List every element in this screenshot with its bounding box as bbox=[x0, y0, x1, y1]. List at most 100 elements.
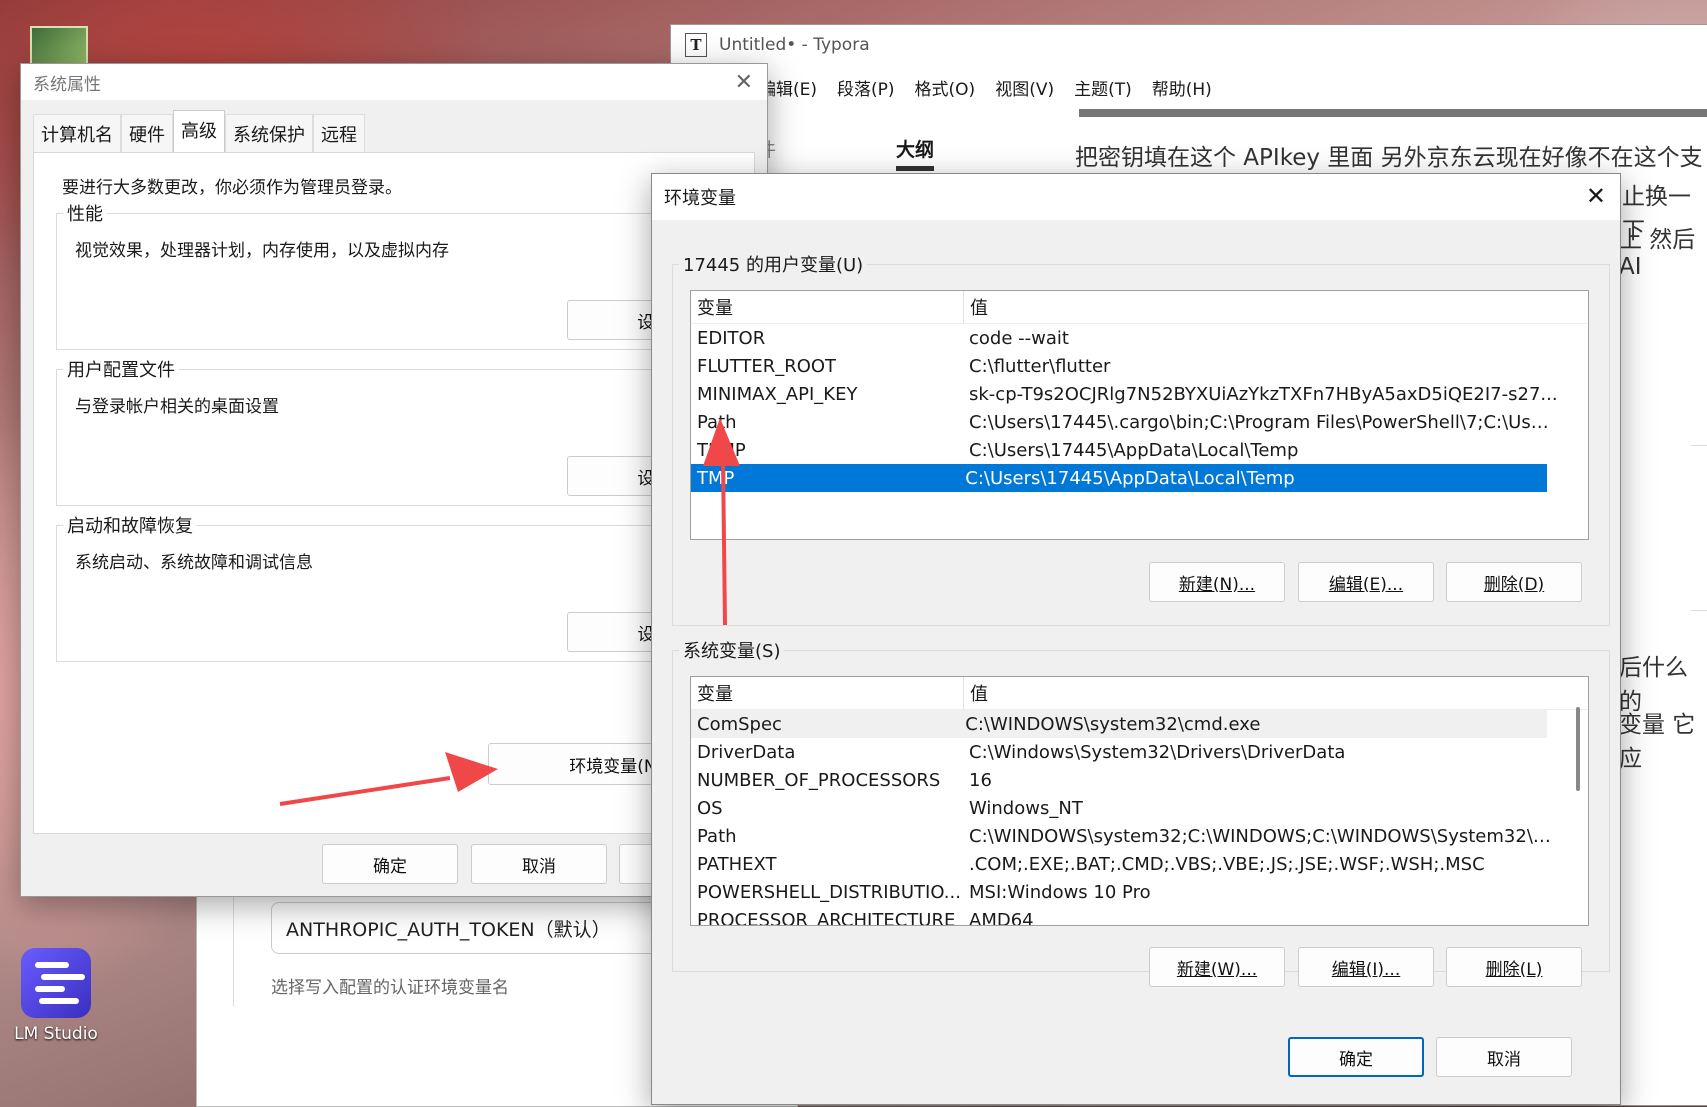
button-label: 删除(L) bbox=[1485, 959, 1543, 980]
button-label: 新建(W)... bbox=[1176, 959, 1258, 980]
column-variable-header[interactable]: 变量 bbox=[691, 291, 964, 323]
table-row[interactable]: DriverData C:\Windows\System32\Drivers\Dr… bbox=[691, 738, 1588, 766]
environment-variables-dialog: 环境变量 ✕ 17445 的用户变量(U) 变量 值 EDITOR code --… bbox=[651, 173, 1621, 1105]
tab-outline[interactable]: 大纲 bbox=[896, 135, 935, 171]
var-value: C:\WINDOWS\system32;C:\WINDOWS;C:\WINDOW… bbox=[969, 825, 1559, 847]
user-edit-button[interactable]: 编辑(E)... bbox=[1298, 562, 1434, 602]
lm-studio-shortcut[interactable]: LM Studio bbox=[14, 948, 98, 1044]
close-icon[interactable]: ✕ bbox=[1586, 182, 1606, 210]
menu-help[interactable]: 帮助(H) bbox=[1152, 75, 1212, 100]
list-header: 变量 值 bbox=[691, 291, 1588, 324]
user-profile-desc: 与登录帐户相关的桌面设置 bbox=[75, 397, 279, 417]
envvar-title: 环境变量 bbox=[652, 174, 1620, 220]
user-new-button[interactable]: 新建(N)... bbox=[1149, 562, 1285, 602]
document-line-1[interactable]: 把密钥填在这个 APIkey 里面 另外京东云现在好像不在这个支 bbox=[1075, 140, 1703, 177]
var-name: NUMBER_OF_PROCESSORS bbox=[697, 769, 941, 791]
button-label: 编辑(E)... bbox=[1328, 574, 1404, 595]
vertical-scrollbar[interactable] bbox=[1576, 707, 1580, 791]
tab-remote[interactable]: 远程 bbox=[313, 114, 365, 153]
menu-format[interactable]: 格式(O) bbox=[915, 75, 976, 100]
tab-system-protection[interactable]: 系统保护 bbox=[225, 114, 313, 153]
column-variable-header[interactable]: 变量 bbox=[691, 677, 964, 709]
table-row[interactable]: MINIMAX_API_KEY sk-cp-T9s2OCJRlg7N52BYXUi… bbox=[691, 380, 1588, 408]
sysprop-ok-button[interactable]: 确定 bbox=[322, 844, 458, 884]
table-row[interactable]: Path C:\WINDOWS\system32;C:\WINDOWS;C:\WI… bbox=[691, 822, 1588, 850]
tab-computer-name[interactable]: 计算机名 bbox=[33, 114, 121, 153]
document-fragment[interactable]: 上 然后 AI bbox=[1619, 220, 1707, 280]
typora-sidebar-tabs: 件 大纲 bbox=[757, 135, 935, 171]
typora-title: Untitled• - Typora bbox=[719, 35, 870, 55]
system-new-button[interactable]: 新建(W)... bbox=[1149, 947, 1285, 987]
var-name: FLUTTER_ROOT bbox=[697, 355, 837, 377]
button-label: 删除(D) bbox=[1483, 574, 1545, 595]
auth-token-hint: 选择写入配置的认证环境变量名 bbox=[271, 978, 509, 998]
var-name: POWERSHELL_DISTRIBUTIO... bbox=[697, 881, 961, 903]
var-value: C:\Users\17445\AppData\Local\Temp bbox=[969, 439, 1299, 461]
tab-advanced[interactable]: 高级 bbox=[173, 110, 225, 153]
system-delete-button[interactable]: 删除(L) bbox=[1446, 947, 1582, 987]
user-delete-button[interactable]: 删除(D) bbox=[1446, 562, 1582, 602]
menu-view[interactable]: 视图(V) bbox=[995, 75, 1054, 100]
var-value: sk-cp-T9s2OCJRlg7N52BYXUiAzYkzTXFn7HByA5… bbox=[969, 383, 1558, 405]
var-name: DriverData bbox=[697, 741, 796, 763]
system-variables-list[interactable]: 变量 值 ComSpec C:\WINDOWS\system32\cmd.exe … bbox=[690, 676, 1589, 926]
button-label: 新建(N)... bbox=[1178, 574, 1256, 595]
var-value: code --wait bbox=[969, 327, 1069, 349]
var-value: C:\flutter\flutter bbox=[969, 355, 1111, 377]
table-row[interactable]: ComSpec C:\WINDOWS\system32\cmd.exe bbox=[691, 710, 1547, 738]
performance-legend: 性能 bbox=[63, 200, 107, 226]
var-value: C:\WINDOWS\system32\cmd.exe bbox=[965, 713, 1261, 735]
envvar-cancel-button[interactable]: 取消 bbox=[1436, 1037, 1572, 1077]
var-name: TEMP bbox=[697, 439, 746, 461]
typora-scrollbar[interactable] bbox=[1079, 109, 1707, 117]
table-row[interactable]: PROCESSOR_ARCHITECTURE AMD64 bbox=[691, 906, 1588, 926]
performance-desc: 视觉效果，处理器计划，内存使用，以及虚拟内存 bbox=[75, 241, 449, 261]
list-header: 变量 值 bbox=[691, 677, 1588, 710]
var-value: MSI:Windows 10 Pro bbox=[969, 881, 1151, 903]
menu-paragraph[interactable]: 段落(P) bbox=[837, 75, 895, 100]
var-value: C:\Windows\System32\Drivers\DriverData bbox=[969, 741, 1346, 763]
var-value: AMD64 bbox=[969, 909, 1034, 926]
table-row[interactable]: OS Windows_NT bbox=[691, 794, 1588, 822]
table-row[interactable]: Path C:\Users\17445\.cargo\bin;C:\Program… bbox=[691, 408, 1588, 436]
system-variables-legend: 系统变量(S) bbox=[679, 637, 785, 663]
user-profile-legend: 用户配置文件 bbox=[63, 356, 179, 382]
var-name: OS bbox=[697, 797, 723, 819]
table-row[interactable]: TEMP C:\Users\17445\AppData\Local\Temp bbox=[691, 436, 1588, 464]
envvar-ok-button[interactable]: 确定 bbox=[1288, 1037, 1424, 1077]
divider bbox=[1691, 610, 1707, 611]
document-fragment[interactable]: 变量 它应 bbox=[1619, 705, 1707, 773]
var-value: 16 bbox=[969, 769, 992, 791]
menu-theme[interactable]: 主题(T) bbox=[1074, 75, 1132, 100]
var-name: PATHEXT bbox=[697, 853, 777, 875]
startup-recovery-desc: 系统启动、系统故障和调试信息 bbox=[75, 553, 313, 573]
button-label: 编辑(I)... bbox=[1331, 959, 1401, 980]
var-name: PROCESSOR_ARCHITECTURE bbox=[697, 909, 956, 926]
var-name: EDITOR bbox=[697, 327, 766, 349]
lm-studio-label: LM Studio bbox=[14, 1024, 98, 1044]
table-row[interactable]: FLUTTER_ROOT C:\flutter\flutter bbox=[691, 352, 1588, 380]
var-value: Windows_NT bbox=[969, 797, 1083, 819]
user-variables-legend: 17445 的用户变量(U) bbox=[679, 251, 868, 277]
var-name: Path bbox=[697, 411, 737, 433]
var-name: Path bbox=[697, 825, 737, 847]
table-row[interactable]: EDITOR code --wait bbox=[691, 324, 1588, 352]
table-row-selected[interactable]: TMP C:\Users\17445\AppData\Local\Temp bbox=[691, 464, 1547, 492]
var-name: ComSpec bbox=[697, 713, 782, 735]
lm-studio-icon bbox=[21, 948, 91, 1018]
sysprop-cancel-button[interactable]: 取消 bbox=[471, 844, 607, 884]
typora-logo-icon: T bbox=[685, 33, 707, 57]
var-value: C:\Users\17445\.cargo\bin;C:\Program Fil… bbox=[969, 411, 1559, 433]
close-icon[interactable]: ✕ bbox=[735, 70, 753, 95]
user-variables-list[interactable]: 变量 值 EDITOR code --wait FLUTTER_ROOT C:\fl… bbox=[690, 290, 1589, 540]
divider bbox=[1691, 445, 1707, 446]
column-value-header[interactable]: 值 bbox=[964, 680, 988, 706]
table-row[interactable]: NUMBER_OF_PROCESSORS 16 bbox=[691, 766, 1588, 794]
typora-titlebar: T Untitled• - Typora bbox=[671, 25, 1707, 65]
column-value-header[interactable]: 值 bbox=[964, 294, 988, 320]
startup-recovery-legend: 启动和故障恢复 bbox=[63, 512, 197, 538]
table-row[interactable]: POWERSHELL_DISTRIBUTIO... MSI:Windows 10 … bbox=[691, 878, 1588, 906]
system-edit-button[interactable]: 编辑(I)... bbox=[1298, 947, 1434, 987]
table-row[interactable]: PATHEXT .COM;.EXE;.BAT;.CMD;.VBS;.VBE;.JS… bbox=[691, 850, 1588, 878]
tab-hardware[interactable]: 硬件 bbox=[121, 114, 173, 153]
